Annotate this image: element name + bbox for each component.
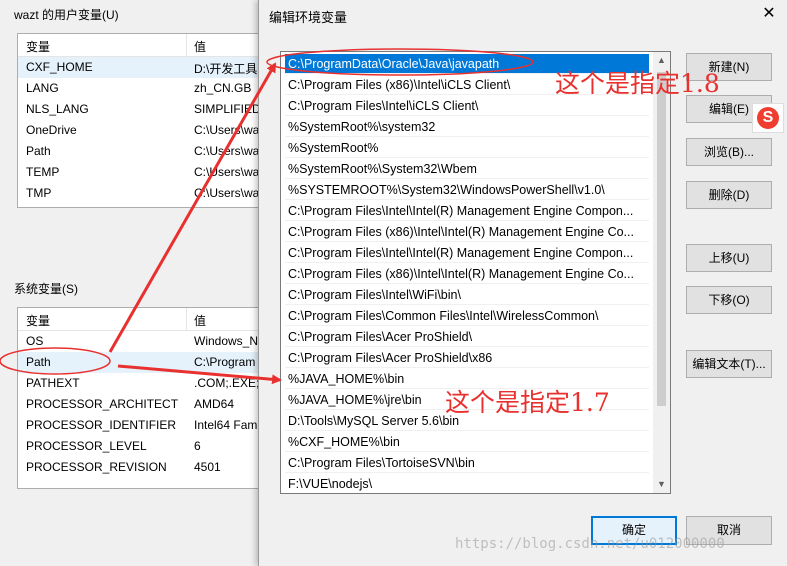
edit-text-button[interactable]: 编辑文本(T)...: [686, 350, 772, 378]
list-item[interactable]: %CXF_HOME%\bin: [285, 432, 649, 452]
table-row[interactable]: LANG zh_CN.GB: [18, 78, 278, 99]
list-item[interactable]: F:\VUE\nodejs\: [285, 474, 649, 493]
table-row[interactable]: PROCESSOR_IDENTIFIER Intel64 Fam: [18, 415, 278, 436]
table-row-path-selected[interactable]: Path C:\Program: [18, 352, 278, 373]
annotation-top: 这个是指定1.8: [555, 69, 720, 98]
table-row[interactable]: NLS_LANG SIMPLIFIED: [18, 99, 278, 120]
table-row[interactable]: CXF_HOME D:\开发工具: [18, 57, 278, 78]
system-vars-header: 变量 值: [18, 308, 278, 331]
user-vars-label: wazt 的用户变量(U): [14, 8, 119, 22]
table-row[interactable]: OneDrive C:\Users\wa: [18, 120, 278, 141]
list-item[interactable]: C:\Program Files\Intel\Intel(R) Manageme…: [285, 243, 649, 263]
browse-button[interactable]: 浏览(B)...: [686, 138, 772, 166]
user-vars-header: 变量 值: [18, 34, 278, 57]
list-item[interactable]: C:\Program Files (x86)\Intel\Intel(R) Ma…: [285, 222, 649, 242]
table-row[interactable]: PROCESSOR_REVISION 4501: [18, 457, 278, 478]
col-value-header[interactable]: 值: [194, 38, 206, 55]
annotation-bottom: 这个是指定1.7: [445, 388, 610, 417]
delete-button[interactable]: 删除(D): [686, 181, 772, 209]
system-vars-list[interactable]: 变量 值 OS Windows_N Path C:\Program PATHEXT.…: [17, 307, 279, 489]
table-row[interactable]: OS Windows_N: [18, 331, 278, 352]
list-item[interactable]: %SystemRoot%\System32\Wbem: [285, 159, 649, 179]
table-row[interactable]: PATHEXT .COM;.EXE;: [18, 373, 278, 394]
list-item[interactable]: C:\Program Files\Common Files\Intel\Wire…: [285, 306, 649, 326]
vertical-scrollbar[interactable]: ▲ ▼: [653, 52, 670, 493]
list-item[interactable]: C:\Program Files (x86)\Intel\Intel(R) Ma…: [285, 264, 649, 284]
environment-variables-window: wazt 的用户变量(U) 变量 值 CXF_HOME D:\开发工具 LANG z…: [0, 0, 279, 566]
path-list[interactable]: C:\ProgramData\Oracle\Java\javapath C:\P…: [280, 51, 671, 494]
col-variable-header[interactable]: 变量: [26, 312, 50, 329]
col-value-header[interactable]: 值: [194, 312, 206, 329]
dialog-title: 编辑环境变量: [269, 10, 348, 25]
list-item[interactable]: C:\Program Files\TortoiseSVN\bin: [285, 453, 649, 473]
system-vars-label: 系统变量(S): [14, 282, 78, 296]
table-row[interactable]: TMP C:\Users\wa: [18, 183, 278, 204]
close-icon[interactable]: ✕: [758, 4, 780, 24]
table-row[interactable]: PROCESSOR_LEVEL 6: [18, 436, 278, 457]
table-row[interactable]: PROCESSOR_ARCHITECT AMD64: [18, 394, 278, 415]
ime-icon[interactable]: S: [752, 103, 784, 133]
watermark: https://blog.csdn.net/u012000000: [455, 536, 725, 552]
move-down-button[interactable]: 下移(O): [686, 286, 772, 314]
list-item[interactable]: C:\Program Files\Intel\Intel(R) Manageme…: [285, 201, 649, 221]
list-item[interactable]: C:\Program Files\Acer ProShield\: [285, 327, 649, 347]
list-item[interactable]: C:\Program Files\Intel\WiFi\bin\: [285, 285, 649, 305]
table-row[interactable]: Path C:\Users\wa: [18, 141, 278, 162]
list-item[interactable]: %SystemRoot%\system32: [285, 117, 649, 137]
col-variable-header[interactable]: 变量: [26, 38, 50, 55]
ime-logo-letter: S: [757, 107, 779, 129]
scroll-thumb[interactable]: [657, 72, 666, 406]
list-item[interactable]: %SYSTEMROOT%\System32\WindowsPowerShell\…: [285, 180, 649, 200]
table-row[interactable]: TEMP C:\Users\wa: [18, 162, 278, 183]
list-item[interactable]: %SystemRoot%: [285, 138, 649, 158]
list-item[interactable]: C:\Program Files\Acer ProShield\x86: [285, 348, 649, 368]
move-up-button[interactable]: 上移(U): [686, 244, 772, 272]
scroll-down-arrow-icon[interactable]: ▼: [653, 476, 670, 493]
user-vars-list[interactable]: 变量 值 CXF_HOME D:\开发工具 LANG zh_CN.GB NLS_LA…: [17, 33, 279, 208]
